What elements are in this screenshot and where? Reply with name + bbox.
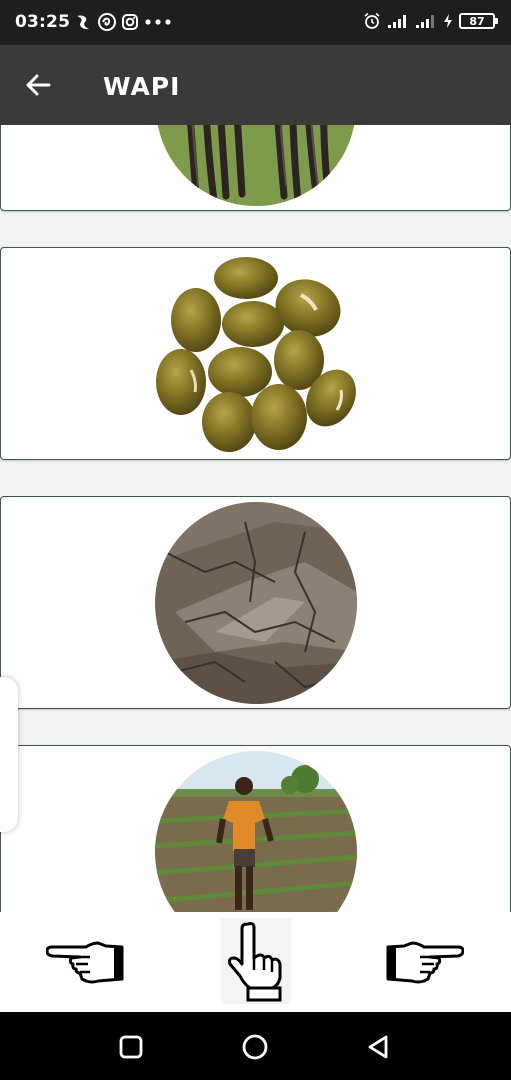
instagram-icon xyxy=(122,14,138,30)
list-item-dry-soil[interactable] xyxy=(0,496,511,709)
list-item-bean-pods[interactable] xyxy=(0,125,511,211)
select-button[interactable] xyxy=(221,918,291,1004)
system-status-icons: 87 xyxy=(363,12,498,30)
system-navigation-bar xyxy=(0,1012,511,1080)
app-bar: WAPI xyxy=(0,45,511,125)
edge-panel-handle[interactable] xyxy=(0,677,18,832)
battery-level: 87 xyxy=(469,14,485,28)
home-button[interactable] xyxy=(238,1030,272,1064)
hand-point-up-icon xyxy=(228,922,282,1002)
hand-point-left-icon xyxy=(46,941,124,984)
green-beans-image xyxy=(151,250,361,458)
more-dots-icon xyxy=(145,19,171,25)
signal-icon xyxy=(388,15,406,28)
recents-icon xyxy=(119,1035,143,1059)
charging-icon xyxy=(444,14,452,28)
recents-button[interactable] xyxy=(114,1030,148,1064)
bean-pods-image xyxy=(156,125,356,206)
notification-icons xyxy=(73,12,173,32)
bottom-navigation xyxy=(0,912,511,1012)
hand-point-right-icon xyxy=(386,941,464,984)
status-time: 03:25 xyxy=(15,12,71,32)
image-list xyxy=(0,125,511,912)
battery-icon: 87 xyxy=(459,13,498,29)
page-title: WAPI xyxy=(103,72,181,101)
next-button[interactable] xyxy=(384,932,466,992)
status-bar: 03:25 87 xyxy=(0,0,511,45)
home-icon xyxy=(242,1034,268,1060)
arrow-left-icon xyxy=(26,74,51,96)
alarm-icon xyxy=(364,12,380,29)
farmer-field-image xyxy=(155,751,357,912)
signal-icon-2 xyxy=(416,15,434,28)
back-nav-button[interactable] xyxy=(362,1030,396,1064)
previous-button[interactable] xyxy=(44,932,126,992)
app-notification-icon xyxy=(77,15,89,30)
app-notification-icon-2 xyxy=(98,13,116,31)
list-item-farmer-field[interactable] xyxy=(0,745,511,912)
back-triangle-icon xyxy=(368,1035,388,1059)
back-button[interactable] xyxy=(18,67,58,103)
dry-soil-image xyxy=(155,502,357,704)
list-item-green-beans[interactable] xyxy=(0,247,511,460)
